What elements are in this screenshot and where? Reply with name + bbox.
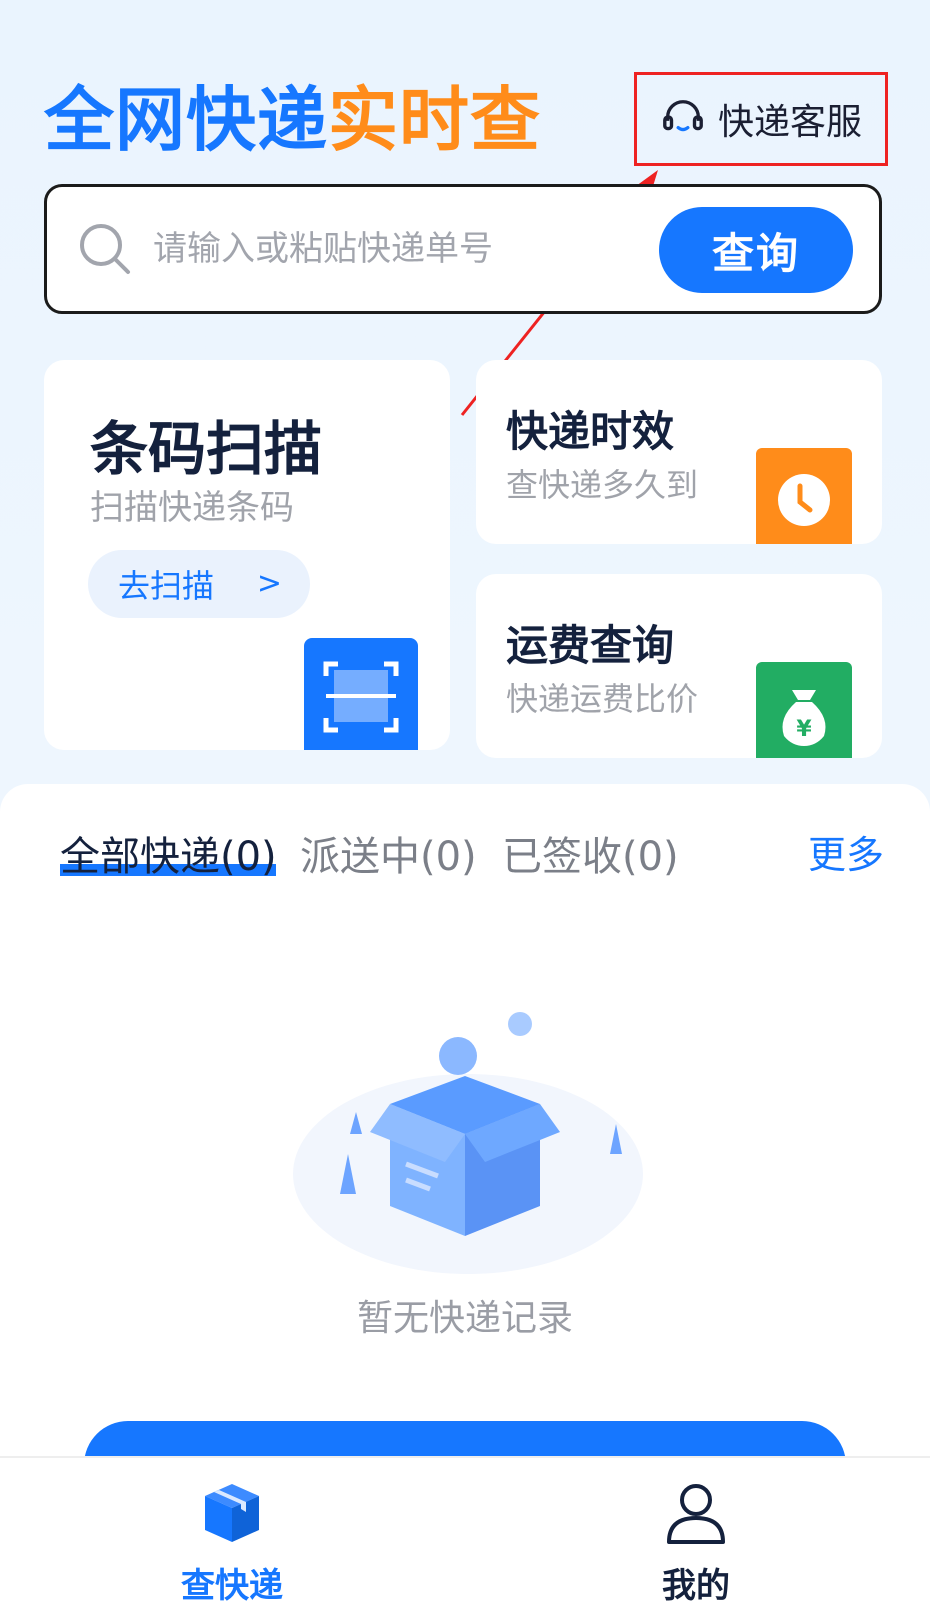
bottom-nav: 查快递 我的	[0, 1456, 930, 1606]
money-bag-icon: ¥	[756, 662, 852, 758]
go-scan-label: 去扫描	[118, 567, 215, 605]
customer-service-label: 快递客服	[717, 102, 862, 143]
fee-card-title: 运费查询	[506, 621, 675, 670]
fee-card-subtitle: 快递运费比价	[506, 680, 699, 718]
app-title-highlight: 实时查	[328, 79, 541, 161]
search-bar: 查询	[44, 184, 882, 314]
app-title-main: 全网快递	[44, 79, 328, 161]
user-icon	[667, 1484, 725, 1544]
clock-icon	[756, 448, 852, 544]
app-title: 全网快递实时查	[44, 80, 541, 160]
barcode-scan-card[interactable]: 条码扫描 扫描快递条码 去扫描 >	[44, 360, 450, 750]
search-icon	[80, 224, 130, 274]
tab-signed[interactable]: 已签收(0)	[502, 824, 679, 882]
nav-me-label: 我的	[662, 1566, 730, 1606]
go-scan-button[interactable]: 去扫描 >	[88, 550, 310, 618]
chevron-right-icon: >	[256, 566, 282, 601]
headset-icon	[663, 100, 703, 132]
nav-track-package[interactable]: 查快递	[152, 1478, 312, 1606]
shipping-fee-card[interactable]: 运费查询 快递运费比价 ¥	[476, 574, 882, 758]
nav-track-label: 查快递	[181, 1566, 283, 1606]
tab-delivering[interactable]: 派送中(0)	[300, 824, 477, 882]
tab-all[interactable]: 全部快递(0)	[60, 824, 277, 882]
scan-card-subtitle: 扫描快递条码	[90, 488, 294, 528]
time-card-title: 快递时效	[506, 407, 675, 456]
nav-me[interactable]: 我的	[616, 1478, 776, 1606]
customer-service-button[interactable]: 快递客服	[634, 72, 888, 166]
scan-icon	[304, 638, 418, 750]
time-card-subtitle: 查快递多久到	[506, 466, 699, 504]
tracking-number-input[interactable]	[153, 229, 633, 269]
package-icon	[205, 1484, 259, 1542]
scan-card-title: 条码扫描	[90, 415, 323, 483]
search-button[interactable]: 查询	[659, 207, 853, 293]
empty-state-text: 暂无快递记录	[356, 1298, 573, 1339]
more-link[interactable]: 更多	[808, 824, 884, 879]
svg-text:¥: ¥	[796, 717, 812, 742]
delivery-time-card[interactable]: 快递时效 查快递多久到	[476, 360, 882, 544]
empty-box-illustration	[293, 1012, 643, 1274]
